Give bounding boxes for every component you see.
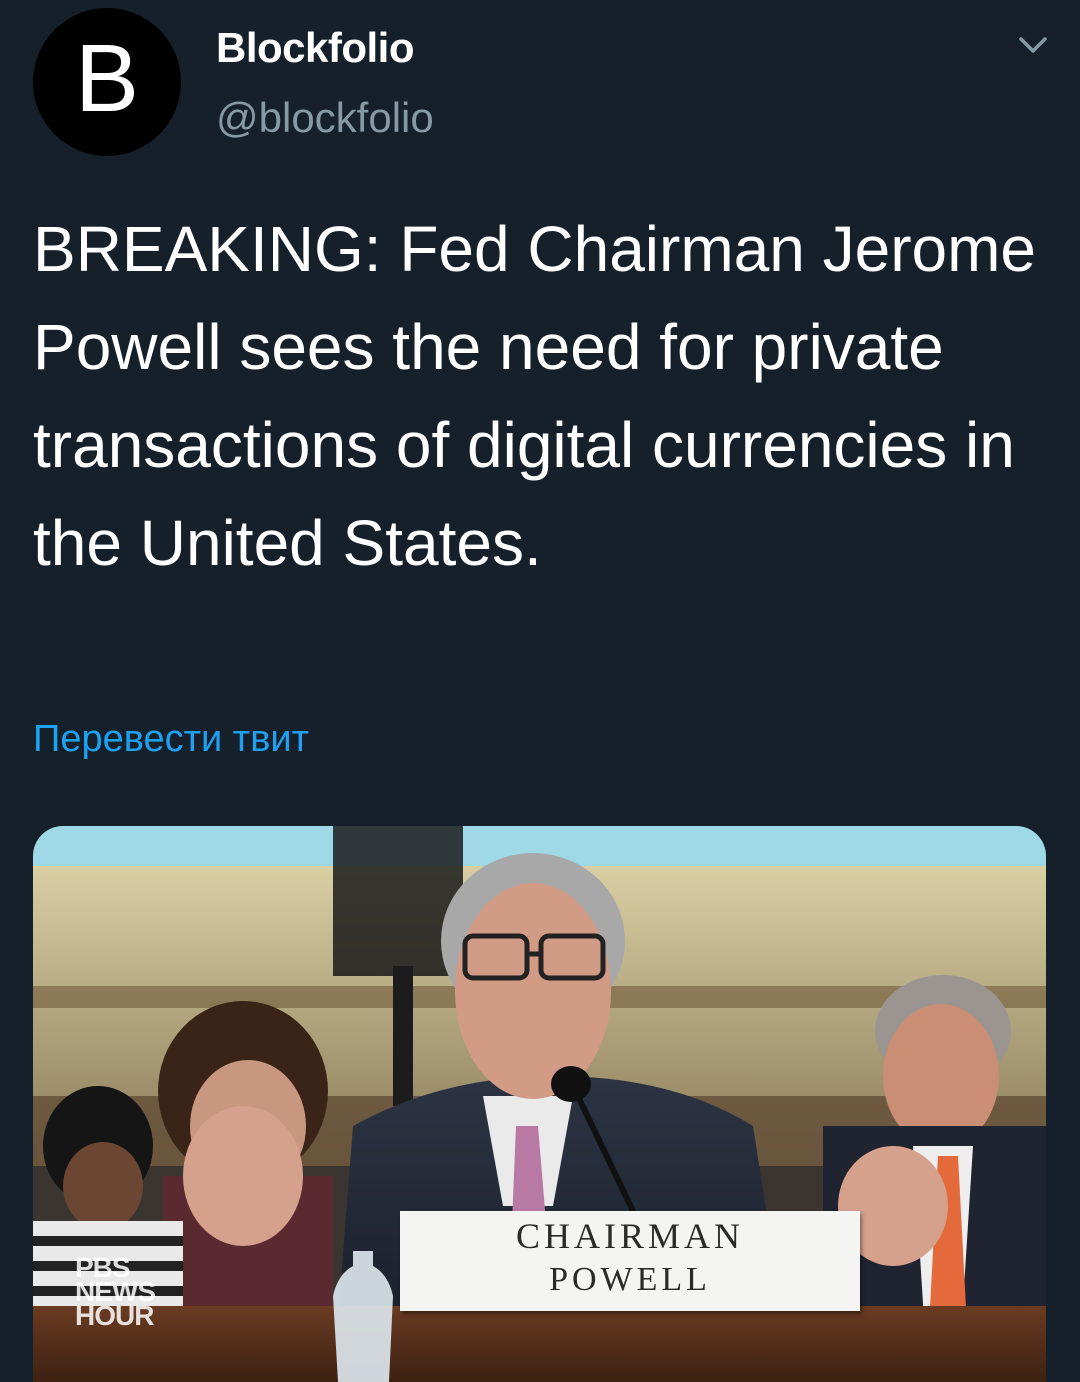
nameplate-name: POWELL	[549, 1261, 711, 1298]
tweet: B Blockfolio @blockfolio BREAKING: Fed C…	[0, 0, 1080, 1382]
user-handle[interactable]: @blockfolio	[216, 94, 434, 142]
display-name[interactable]: Blockfolio	[216, 24, 415, 72]
avatar-letter: B	[74, 25, 140, 132]
broadcaster-logo-line: HOUR	[75, 1300, 154, 1331]
chevron-down-icon[interactable]	[1013, 30, 1053, 60]
translate-tweet-link[interactable]: Перевести твит	[33, 718, 309, 761]
tweet-text: BREAKING: Fed Chairman Jerome Powell see…	[33, 213, 1036, 579]
avatar[interactable]: B	[33, 8, 181, 156]
nameplate-title: CHAIRMAN	[515, 1216, 744, 1256]
broadcaster-logo: PBS NEWS HOUR	[75, 1254, 156, 1331]
tweet-media-image[interactable]: CHAIRMAN POWELL PBS NEWS HOUR	[33, 826, 1046, 1382]
nameplate: CHAIRMAN POWELL	[400, 1211, 860, 1311]
